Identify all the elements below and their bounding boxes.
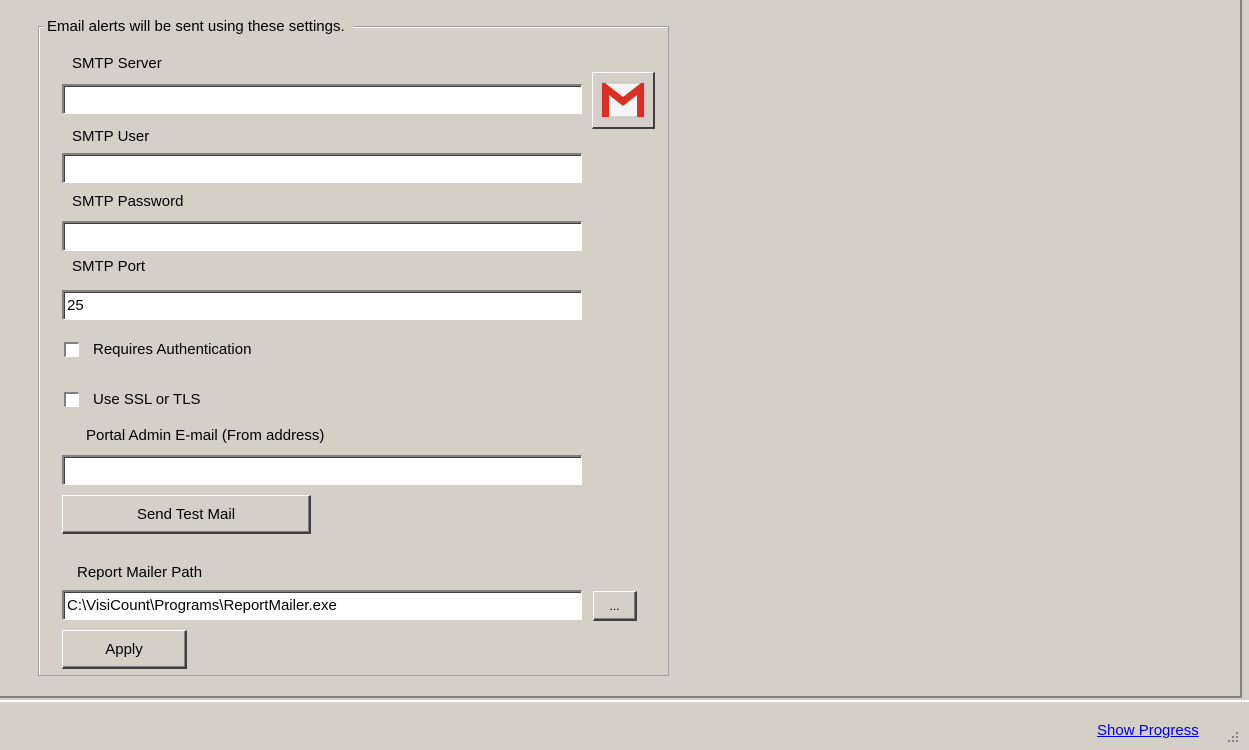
apply-button[interactable]: Apply [62, 630, 187, 669]
admin-email-label: Portal Admin E-mail (From address) [86, 427, 325, 444]
requires-auth-label: Requires Authentication [93, 341, 252, 358]
smtp-password-input[interactable] [62, 221, 582, 251]
smtp-user-label: SMTP User [72, 128, 150, 145]
smtp-user-input[interactable] [62, 153, 582, 183]
groupbox-legend: Email alerts will be sent using these se… [44, 18, 353, 35]
gmail-icon [601, 82, 645, 118]
use-ssl-checkbox[interactable] [64, 392, 79, 407]
requires-auth-checkbox[interactable] [64, 342, 79, 357]
gmail-preset-button[interactable] [592, 72, 655, 129]
status-bar [0, 700, 1249, 750]
smtp-server-label: SMTP Server [72, 55, 162, 72]
browse-button[interactable]: ... [593, 591, 637, 621]
smtp-password-label: SMTP Password [72, 193, 184, 210]
smtp-port-label: SMTP Port [72, 258, 146, 275]
show-progress-link[interactable]: Show Progress [1097, 722, 1199, 739]
resize-grip-icon[interactable] [1226, 730, 1240, 744]
report-mailer-path-input[interactable] [62, 590, 582, 620]
main-panel: Email alerts will be sent using these se… [0, 0, 1242, 698]
smtp-server-input[interactable] [62, 84, 582, 114]
send-test-mail-button[interactable]: Send Test Mail [62, 495, 311, 534]
status-bar-divider [0, 700, 1249, 702]
report-mailer-path-label: Report Mailer Path [77, 564, 203, 581]
smtp-port-input[interactable] [62, 290, 582, 320]
admin-email-input[interactable] [62, 455, 582, 485]
use-ssl-label: Use SSL or TLS [93, 391, 201, 408]
